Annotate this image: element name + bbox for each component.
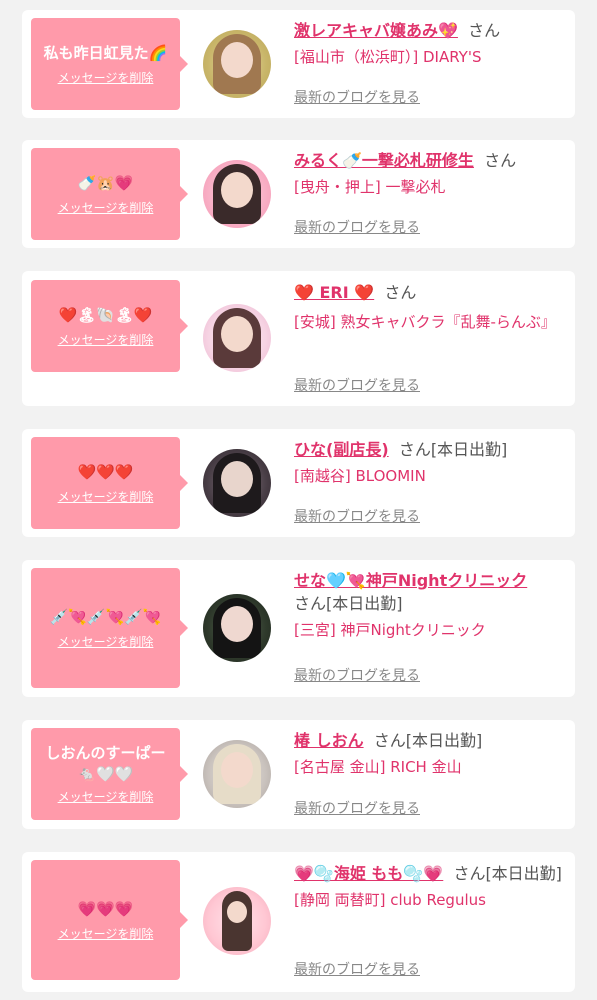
delete-message-link[interactable]: メッセージを削除: [58, 200, 154, 216]
delete-message-link[interactable]: メッセージを削除: [58, 789, 154, 805]
latest-blog-link[interactable]: 最新のブログを見る: [294, 217, 420, 237]
cast-name-link[interactable]: 椿 しおん: [294, 731, 364, 750]
honorific: さん: [468, 21, 501, 40]
cast-name-link[interactable]: せな🩵💘神戸Nightクリニック: [294, 571, 527, 590]
shop-name: [福山市（松浜町）] DIARY'S: [294, 48, 482, 66]
latest-blog-link[interactable]: 最新のブログを見る: [294, 87, 420, 107]
message-card: 💉💘💉💘💉💘 メッセージを削除 せな🩵💘神戸Nightクリニック さん[本日出勤]…: [22, 560, 575, 697]
message-text: 💗💗💗: [77, 900, 134, 918]
honorific: さん[本日出勤]: [453, 864, 562, 883]
shop-name: [名古屋 金山] RICH 金山: [294, 758, 462, 776]
latest-blog-link[interactable]: 最新のブログを見る: [294, 959, 420, 979]
message-card: 私も昨日虹見た🌈 メッセージを削除 激レアキャバ嬢あみ💖 さん [福山市（松浜町…: [22, 10, 575, 118]
cast-name-link[interactable]: ひな(副店長): [294, 440, 389, 459]
message-text: ❤️❤️❤️: [77, 463, 134, 481]
message-text: しおんのすーぱー: [45, 744, 166, 762]
delete-message-link[interactable]: メッセージを削除: [58, 489, 154, 505]
avatar[interactable]: [203, 30, 271, 98]
shop-name: [静岡 両替町] club Regulus: [294, 891, 486, 909]
message-card: しおんのすーぱー 🐁🤍🤍 メッセージを削除 椿 しおん さん[本日出勤] [名古…: [22, 720, 575, 829]
avatar[interactable]: [203, 304, 271, 372]
shop-name: [南越谷] BLOOMIN: [294, 467, 426, 485]
avatar[interactable]: [203, 594, 271, 662]
message-bubble: 💉💘💉💘💉💘 メッセージを削除: [31, 568, 188, 688]
message-bubble: 🍼🐹💗 メッセージを削除: [31, 148, 188, 240]
honorific: さん: [484, 151, 517, 170]
honorific: さん[本日出勤]: [398, 440, 508, 459]
message-card: 💗💗💗 メッセージを削除 💗🫧海姫 もも🫧💗 さん[本日出勤] [静岡 両替町]…: [22, 852, 575, 992]
shop-name: [三宮] 神戸Nightクリニック: [294, 621, 486, 639]
message-bubble: ❤️❤️❤️ メッセージを削除: [31, 437, 188, 529]
message-card: ❤️❤️❤️ メッセージを削除 ひな(副店長) さん[本日出勤] [南越谷] B…: [22, 429, 575, 537]
latest-blog-link[interactable]: 最新のブログを見る: [294, 798, 420, 818]
delete-message-link[interactable]: メッセージを削除: [58, 70, 154, 86]
latest-blog-link[interactable]: 最新のブログを見る: [294, 506, 420, 526]
avatar[interactable]: [203, 160, 271, 228]
message-bubble: 私も昨日虹見た🌈 メッセージを削除: [31, 18, 188, 110]
cast-name-link[interactable]: 💗🫧海姫 もも🫧💗: [294, 864, 443, 883]
message-bubble: 💗💗💗 メッセージを削除: [31, 860, 188, 980]
latest-blog-link[interactable]: 最新のブログを見る: [294, 665, 420, 685]
delete-message-link[interactable]: メッセージを削除: [58, 634, 154, 650]
message-text: 🍼🐹💗: [77, 174, 134, 192]
message-text-line2: 🐁🤍🤍: [77, 765, 134, 783]
message-bubble: しおんのすーぱー 🐁🤍🤍 メッセージを削除: [31, 728, 188, 820]
cast-name-link[interactable]: 激レアキャバ嬢あみ💖: [294, 21, 458, 40]
delete-message-link[interactable]: メッセージを削除: [58, 926, 154, 942]
shop-name: [安城] 熟女キャバクラ『乱舞-らんぶ』: [294, 313, 556, 331]
latest-blog-link[interactable]: 最新のブログを見る: [294, 375, 420, 395]
cast-name-link[interactable]: ❤️ ERI ❤️: [294, 283, 374, 302]
shop-name: [曳舟・押上] 一撃必札: [294, 178, 446, 196]
message-text: 💉💘💉💘💉💘: [49, 608, 162, 626]
message-card: 🍼🐹💗 メッセージを削除 みるく🍼一撃必札研修生 さん [曳舟・押上] 一撃必札…: [22, 140, 575, 248]
delete-message-link[interactable]: メッセージを削除: [58, 332, 154, 348]
honorific: さん[本日出勤]: [294, 594, 403, 613]
avatar[interactable]: [203, 740, 271, 808]
avatar[interactable]: [203, 887, 271, 955]
honorific: さん: [384, 283, 417, 302]
honorific: さん[本日出勤]: [373, 731, 483, 750]
message-card: ❤️🏝🐚🏝❤️ メッセージを削除 ❤️ ERI ❤️ さん [安城] 熟女キャバ…: [22, 271, 575, 406]
message-text: ❤️🏝🐚🏝❤️: [58, 306, 153, 324]
avatar[interactable]: [203, 449, 271, 517]
cast-name-link[interactable]: みるく🍼一撃必札研修生: [294, 151, 474, 170]
message-bubble: ❤️🏝🐚🏝❤️ メッセージを削除: [31, 280, 188, 372]
message-text: 私も昨日虹見た🌈: [43, 44, 168, 62]
